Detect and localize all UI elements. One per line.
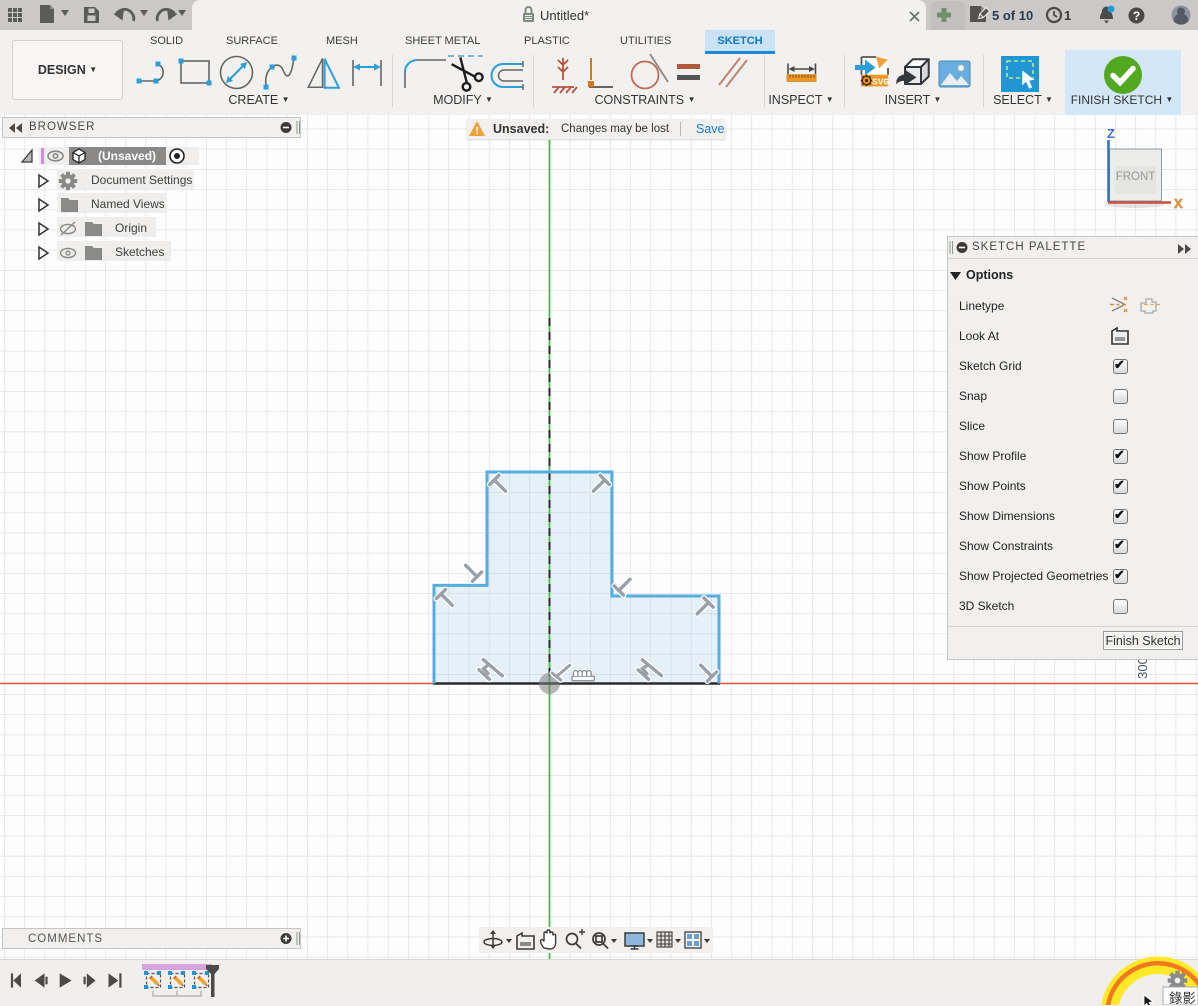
svg-text:!: ! <box>475 126 478 137</box>
svg-text:錄影: 錄影 <box>1169 991 1196 1005</box>
svg-text:?: ? <box>1133 9 1140 23</box>
svg-text:300: 300 <box>1135 657 1150 679</box>
svg-text:FRONT: FRONT <box>1116 171 1156 183</box>
svg-text:SVG: SVG <box>872 77 889 88</box>
svg-text:X: X <box>1174 196 1183 211</box>
svg-text:Z: Z <box>1107 126 1115 141</box>
